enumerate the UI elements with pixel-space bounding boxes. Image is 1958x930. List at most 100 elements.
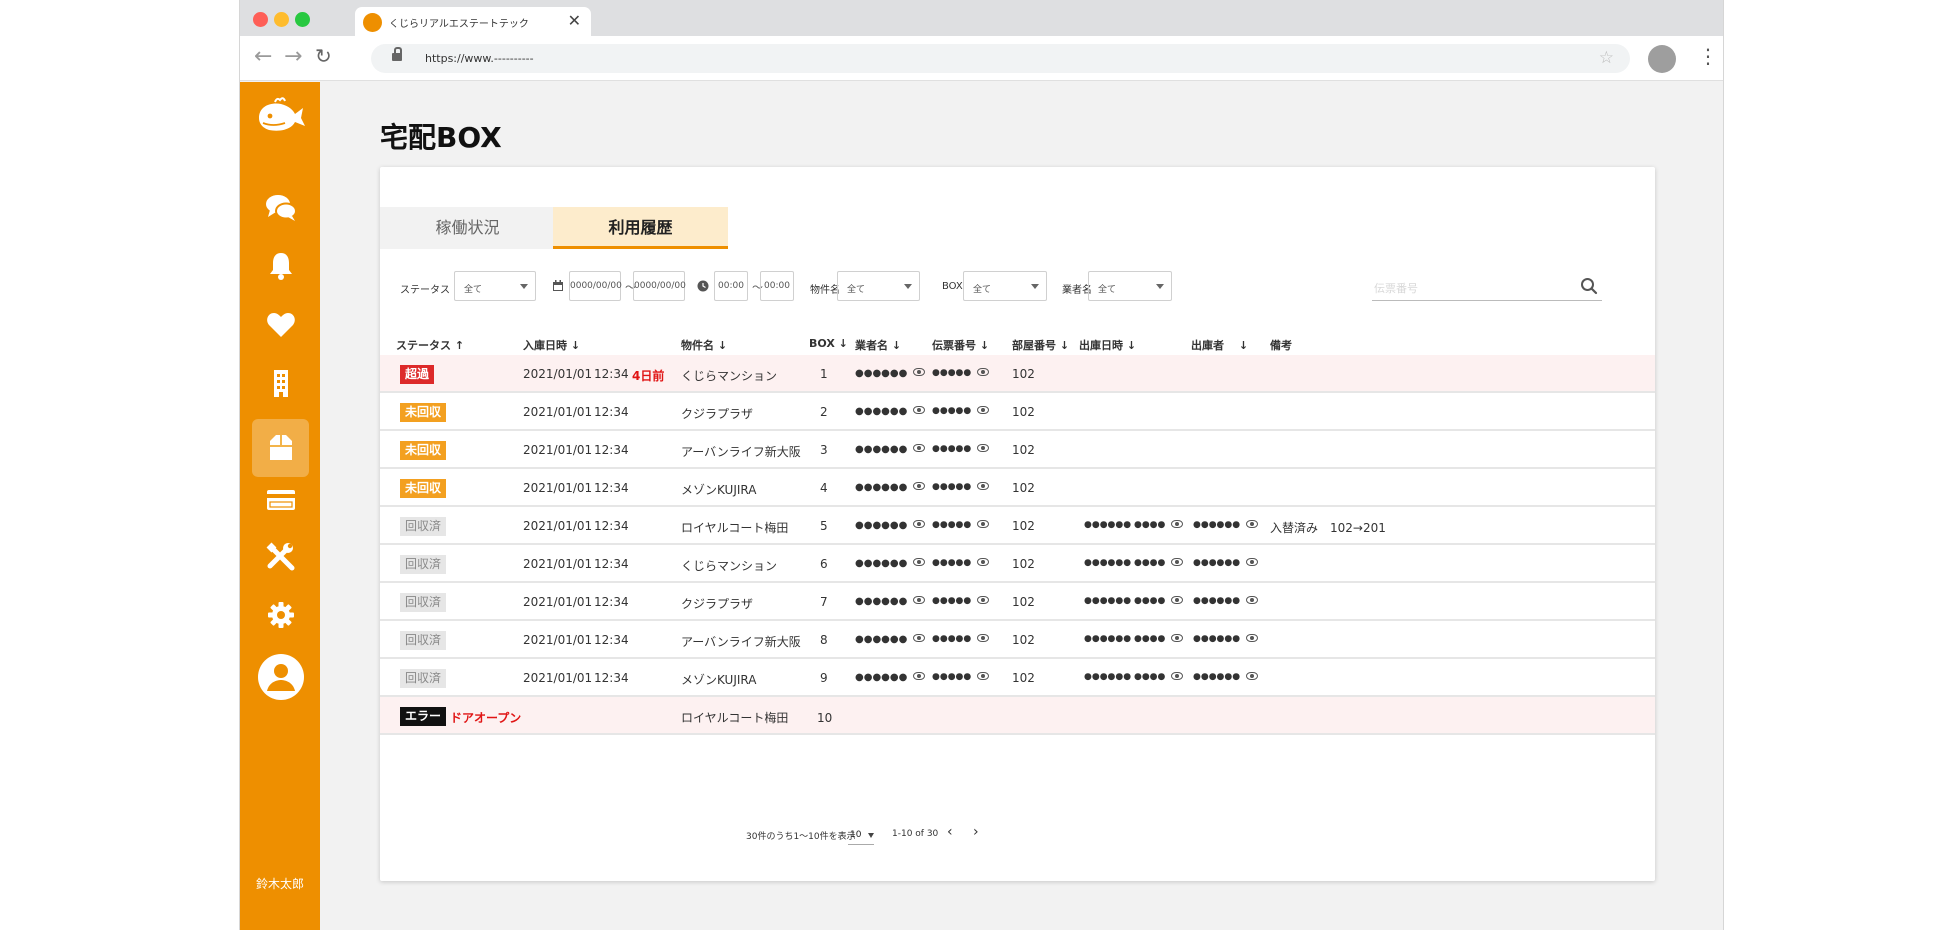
sidebar-item-delivery-box[interactable] (252, 419, 309, 477)
sidebar-item-favorites[interactable] (252, 296, 309, 353)
tab-history[interactable]: 利用履歴 (553, 207, 728, 249)
back-arrow-icon[interactable]: ← (254, 46, 272, 68)
minimize-window-dot[interactable] (274, 12, 289, 27)
address-bar[interactable]: https://www.---------- ☆ (371, 44, 1630, 73)
in-time: 12:34 (594, 443, 629, 457)
next-page-button[interactable]: › (973, 824, 979, 840)
header-status[interactable]: ステータス ↑ (396, 337, 464, 353)
header-out-person[interactable]: 出庫者 ↓ (1191, 337, 1248, 353)
table-row[interactable]: 未回収 2021/01/01 12:34 メゾンKUJIRA 4 ●●●●●● ●●●●● 1… (380, 469, 1655, 507)
sidebar-item-settings[interactable] (252, 586, 309, 643)
table-row[interactable]: 回収済 2021/01/01 12:34 メゾンKUJIRA 9 ●●●●●● ●●●●● 1… (380, 659, 1655, 697)
bell-icon (269, 252, 292, 280)
close-window-dot[interactable] (253, 12, 268, 27)
user-name: 鈴木太郎 (255, 877, 304, 891)
sidebar-item-notifications[interactable] (252, 237, 309, 294)
eye-icon[interactable] (913, 596, 926, 604)
property-filter-select[interactable]: 全て (837, 271, 920, 301)
eye-icon[interactable] (1171, 595, 1184, 604)
search-icon[interactable] (1580, 277, 1598, 295)
eye-icon[interactable] (913, 520, 926, 528)
out-person-masked: ●●●●●● (1193, 557, 1259, 568)
forward-arrow-icon[interactable]: → (284, 46, 302, 68)
eye-icon[interactable] (913, 368, 926, 376)
time-to-input[interactable]: 00:00 (760, 271, 794, 301)
maximize-window-dot[interactable] (295, 12, 310, 27)
box-filter-select[interactable]: 全て (963, 271, 1047, 301)
header-out-datetime[interactable]: 出庫日時 ↓ (1079, 337, 1136, 353)
date-to-input[interactable]: 0000/00/00 (633, 271, 686, 301)
table-row[interactable]: 回収済 2021/01/01 12:34 ロイヤルコート梅田 5 ●●●●●● ●●●●● 1… (380, 507, 1655, 545)
header-vendor[interactable]: 業者名 ↓ (855, 337, 901, 353)
time-from-input[interactable]: 00:00 (714, 271, 748, 301)
eye-icon[interactable] (913, 558, 926, 566)
reload-icon[interactable]: ↻ (315, 46, 332, 66)
browser-menu-icon[interactable]: ⋮ (1698, 46, 1718, 66)
eye-icon[interactable] (977, 443, 990, 452)
box-number: 5 (820, 519, 828, 533)
status-filter-select[interactable]: 全て (454, 271, 536, 301)
out-person-masked: ●●●●●● (1193, 633, 1259, 644)
room-number: 102 (1012, 671, 1035, 685)
table-row[interactable]: 回収済 2021/01/01 12:34 アーバンライフ新大阪 8 ●●●●●● ●●●●●… (380, 621, 1655, 659)
eye-icon[interactable] (1171, 671, 1184, 680)
sidebar-item-chat[interactable] (252, 179, 309, 236)
status-badge: 回収済 (400, 631, 447, 650)
eye-icon[interactable] (913, 444, 926, 452)
bookmark-star-icon[interactable]: ☆ (1599, 48, 1614, 68)
in-date: 2021/01/01 (523, 633, 593, 647)
table-row[interactable]: 未回収 2021/01/01 12:34 アーバンライフ新大阪 3 ●●●●●● ●●●●●… (380, 431, 1655, 469)
eye-icon[interactable] (913, 672, 926, 680)
eye-icon[interactable] (977, 405, 990, 414)
sidebar-user-avatar[interactable] (252, 646, 309, 708)
property-name: クジラプラザ (681, 407, 754, 421)
room-number: 102 (1012, 633, 1035, 647)
sidebar-item-payment[interactable] (252, 471, 309, 528)
browser-tab[interactable]: くじらリアルエステートテック ✕ (355, 7, 591, 36)
eye-icon[interactable] (977, 633, 990, 642)
table-row[interactable]: 回収済 2021/01/01 12:34 くじらマンション 6 ●●●●●● ●●●●● 10… (380, 545, 1655, 583)
date-from-input[interactable]: 0000/00/00 (569, 271, 622, 301)
header-property[interactable]: 物件名 ↓ (681, 337, 727, 353)
header-box[interactable]: BOX ↓ (809, 337, 848, 350)
table-row[interactable]: 回収済 2021/01/01 12:34 クジラプラザ 7 ●●●●●● ●●●●● 102 ●… (380, 583, 1655, 621)
per-page-value: 10 (850, 830, 862, 840)
vendor-filter-select[interactable]: 全て (1088, 271, 1172, 301)
eye-icon[interactable] (1171, 519, 1184, 528)
profile-avatar-icon[interactable] (1648, 45, 1676, 73)
table-row-error[interactable]: エラー ドアオープン ロイヤルコート梅田 10 (380, 697, 1655, 735)
eye-icon[interactable] (913, 634, 926, 642)
tab-status[interactable]: 稼働状況 (380, 207, 555, 249)
header-in-datetime[interactable]: 入庫日時 ↓ (523, 337, 580, 353)
close-tab-icon[interactable]: ✕ (568, 11, 581, 30)
eye-icon[interactable] (977, 519, 990, 528)
table-row[interactable]: 未回収 2021/01/01 12:34 クジラプラザ 2 ●●●●●● ●●●●● 102 (380, 393, 1655, 431)
header-slip[interactable]: 伝票番号 ↓ (932, 337, 989, 353)
eye-icon[interactable] (913, 482, 926, 490)
eye-icon[interactable] (977, 557, 990, 566)
in-date: 2021/01/01 (523, 481, 593, 495)
eye-icon[interactable] (1246, 557, 1259, 566)
eye-icon[interactable] (1246, 595, 1259, 604)
eye-icon[interactable] (1246, 633, 1259, 642)
eye-icon[interactable] (913, 406, 926, 414)
eye-icon[interactable] (977, 481, 990, 490)
eye-icon[interactable] (977, 671, 990, 680)
sidebar-item-buildings[interactable] (252, 354, 309, 411)
sidebar-item-tools[interactable] (252, 528, 309, 585)
box-number: 10 (817, 711, 833, 725)
status-badge: 未回収 (400, 441, 447, 460)
slip-search-field[interactable]: 伝票番号 (1372, 271, 1602, 301)
header-room[interactable]: 部屋番号 ↓ (1012, 337, 1069, 353)
prev-page-button[interactable]: ‹ (947, 824, 953, 840)
eye-icon[interactable] (1246, 519, 1259, 528)
gear-icon (267, 601, 294, 628)
eye-icon[interactable] (977, 367, 990, 376)
eye-icon[interactable] (977, 595, 990, 604)
per-page-select[interactable]: 10 (848, 823, 874, 845)
eye-icon[interactable] (1246, 671, 1259, 680)
box-filter-label: BOX (942, 281, 963, 292)
eye-icon[interactable] (1171, 633, 1184, 642)
eye-icon[interactable] (1171, 557, 1184, 566)
table-row[interactable]: 超過 2021/01/01 12:34 4日前 くじらマンション 1 ●●●●●● ●●●●●… (380, 355, 1655, 393)
